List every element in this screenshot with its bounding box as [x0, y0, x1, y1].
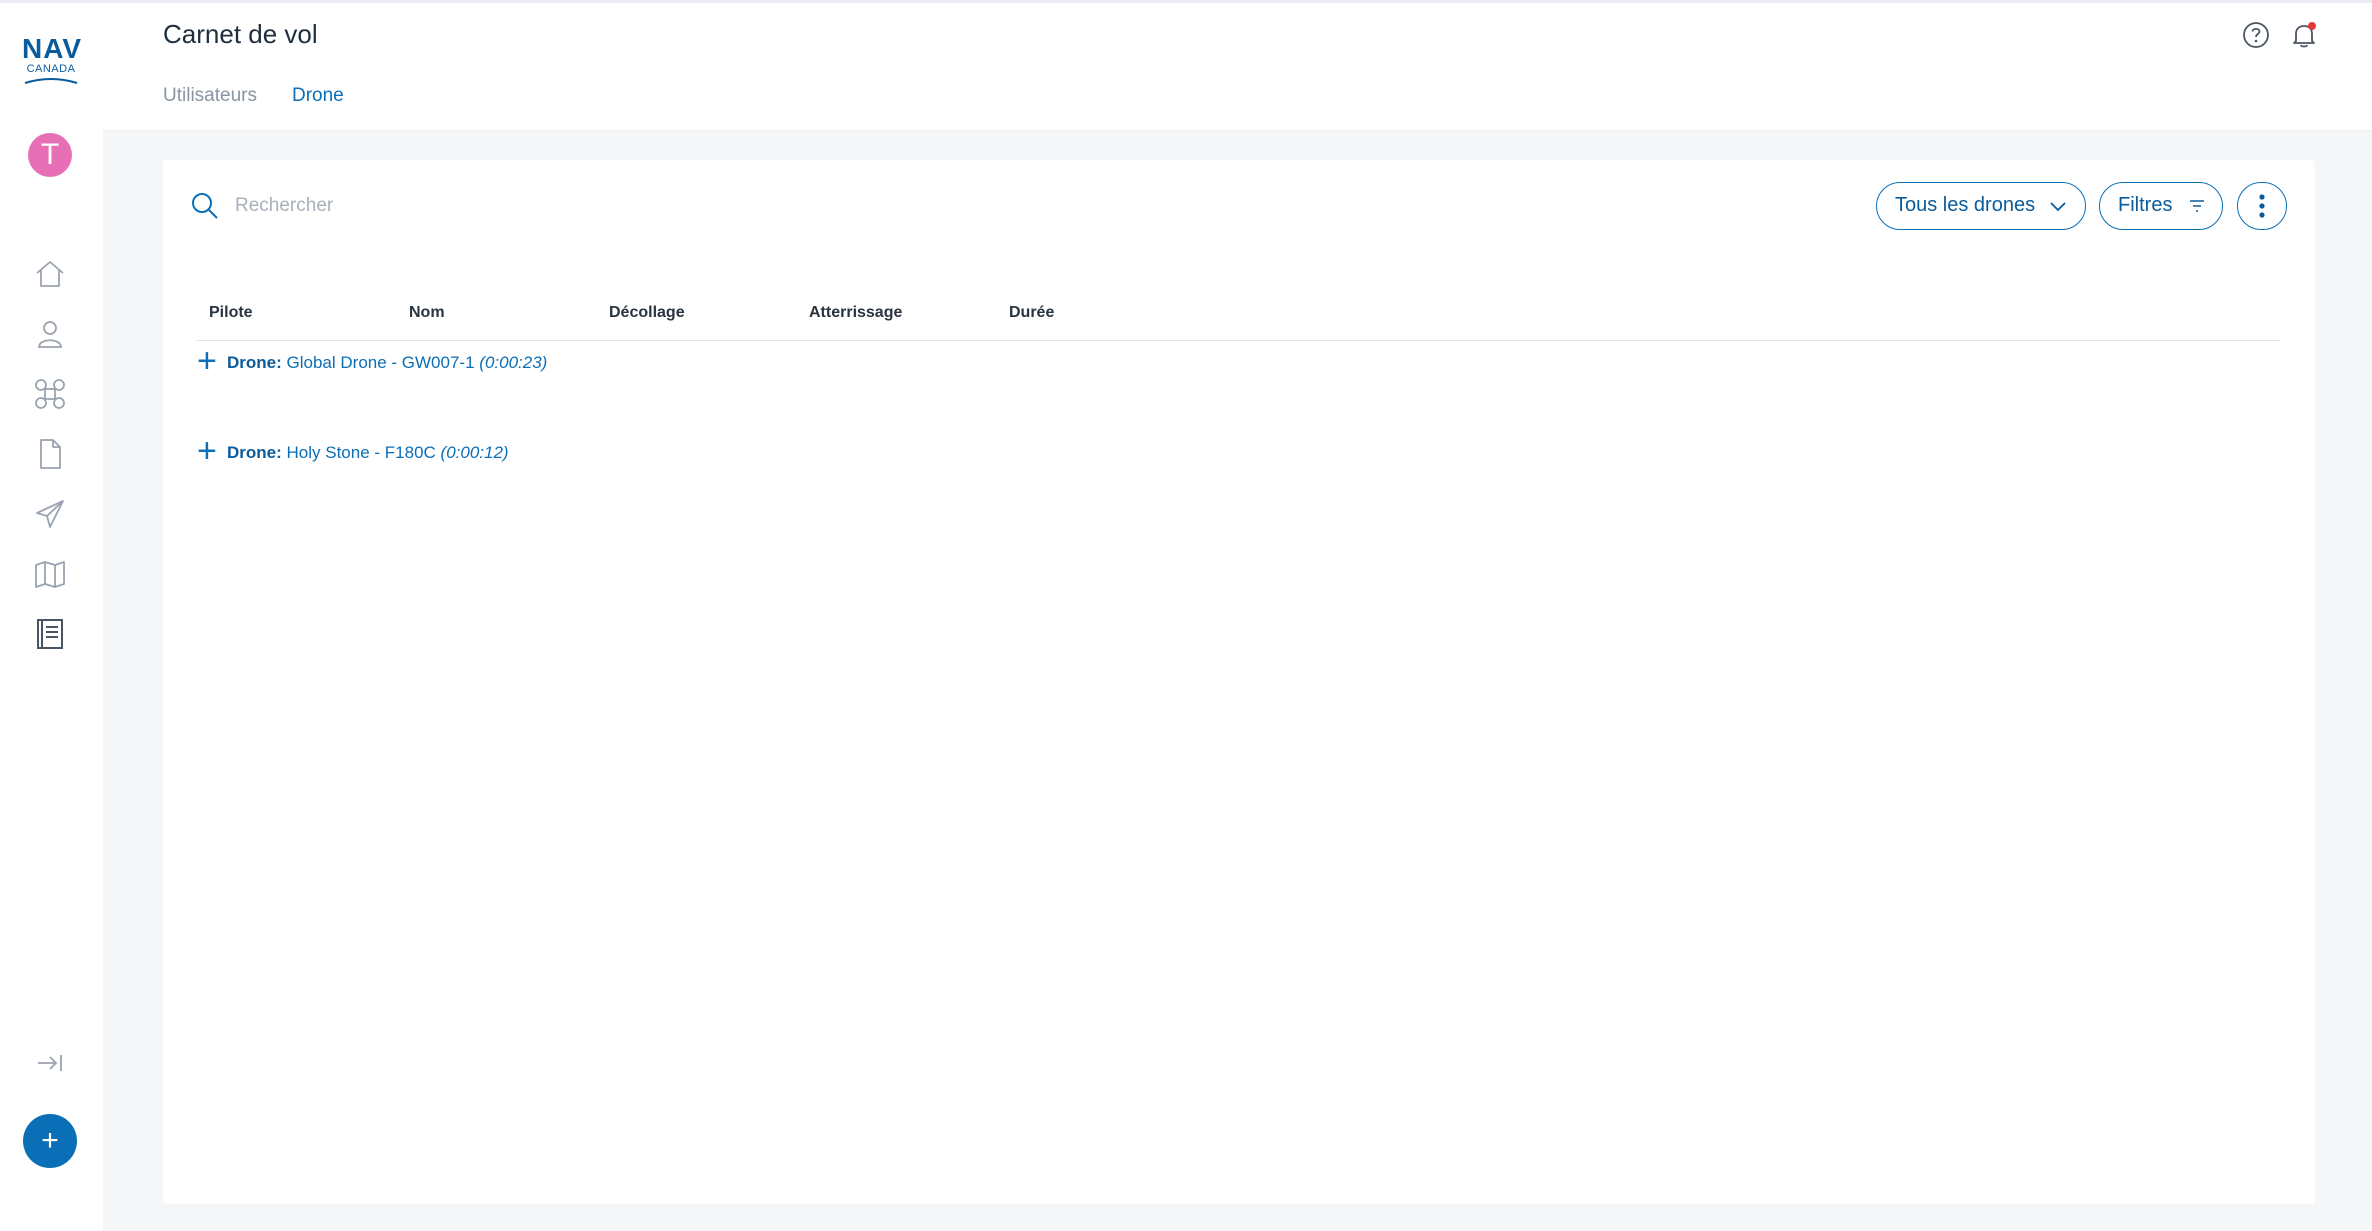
- user-icon: [38, 321, 62, 348]
- drone-group-duration: (0:00:23): [479, 353, 548, 372]
- filters-button[interactable]: Filtres: [2099, 182, 2223, 230]
- column-header-nom[interactable]: Nom: [409, 304, 445, 322]
- sidebar-item-logbook[interactable]: [33, 617, 67, 651]
- logo-sub-text: CANADA: [26, 63, 76, 75]
- logbook-card: Tous les drones Filtres Pilote Nom Décol…: [163, 160, 2315, 1204]
- avatar[interactable]: T: [28, 133, 72, 177]
- table-header: Pilote Nom Décollage Atterrissage Durée: [197, 297, 2281, 341]
- paper-plane-icon: [36, 500, 64, 528]
- app-root: NAV CANADA T + Carnet de vol Utilisateur…: [0, 0, 2372, 1231]
- drone-icon: [35, 379, 65, 409]
- expand-plus-icon[interactable]: +: [197, 434, 217, 468]
- add-button[interactable]: +: [23, 1114, 77, 1168]
- notification-bell-icon[interactable]: [2288, 19, 2320, 51]
- notification-dot: [2308, 22, 2316, 30]
- drone-group-label: Drone:: [227, 353, 282, 372]
- sidebar-item-home[interactable]: [33, 257, 67, 291]
- logbook-icon: [37, 619, 63, 649]
- tab-drone[interactable]: Drone: [292, 85, 344, 134]
- logo-wave-icon: [24, 78, 78, 84]
- document-icon: [40, 439, 61, 469]
- column-header-decollage[interactable]: Décollage: [609, 304, 685, 322]
- home-icon: [36, 261, 64, 287]
- filter-icon: [2190, 199, 2205, 212]
- collapse-sidebar-icon[interactable]: [36, 1051, 64, 1075]
- drone-group-name: Global Drone - GW007-1: [286, 353, 475, 372]
- nav-canada-logo[interactable]: NAV CANADA: [22, 33, 83, 85]
- sidebar-item-documents[interactable]: [33, 437, 67, 471]
- drone-filter-label: Tous les drones: [1895, 194, 2036, 216]
- column-header-pilote[interactable]: Pilote: [209, 304, 253, 322]
- search-input[interactable]: [235, 188, 735, 224]
- chevron-down-icon: [2050, 202, 2066, 211]
- search-icon: [189, 190, 221, 222]
- sidebar-item-drones[interactable]: [33, 377, 67, 411]
- drone-filter-dropdown[interactable]: Tous les drones: [1876, 182, 2086, 230]
- map-icon: [35, 561, 65, 588]
- drone-group-duration: (0:00:12): [440, 443, 509, 462]
- page-title: Carnet de vol: [163, 19, 318, 49]
- sidebar-item-map[interactable]: [33, 557, 67, 591]
- kebab-menu-icon: [2259, 194, 2265, 218]
- sidebar-item-users[interactable]: [33, 317, 67, 351]
- logo-main-text: NAV: [22, 33, 83, 64]
- drone-group-name: Holy Stone - F180C: [286, 443, 436, 462]
- column-header-atterrissage[interactable]: Atterrissage: [809, 304, 902, 322]
- page-header: Carnet de vol Utilisateurs Drone: [103, 0, 2372, 134]
- expand-plus-icon[interactable]: +: [197, 344, 217, 378]
- help-icon[interactable]: [2240, 19, 2272, 51]
- more-options-button[interactable]: [2237, 182, 2287, 230]
- filters-label: Filtres: [2118, 194, 2173, 216]
- drone-group-text: Drone: Holy Stone - F180C (0:00:12): [227, 443, 509, 463]
- sidebar-item-flights[interactable]: [33, 497, 67, 531]
- tab-utilisateurs[interactable]: Utilisateurs: [163, 85, 257, 133]
- column-header-duree[interactable]: Durée: [1009, 304, 1054, 322]
- drone-group-text: Drone: Global Drone - GW007-1 (0:00:23): [227, 353, 547, 373]
- sidebar: NAV CANADA T +: [0, 0, 103, 1231]
- drone-group-label: Drone:: [227, 443, 282, 462]
